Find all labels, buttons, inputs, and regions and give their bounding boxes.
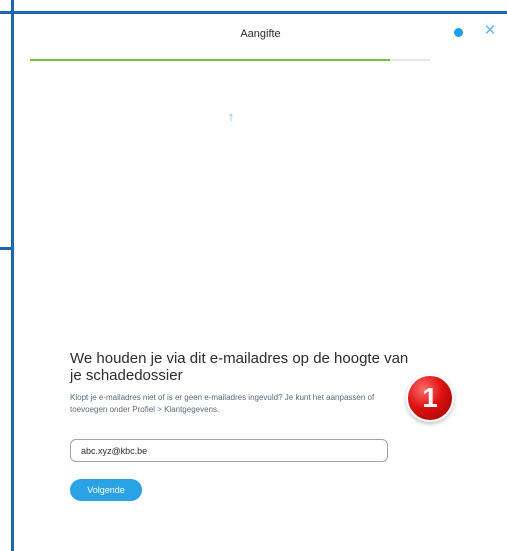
page-heading: We houden je via dit e-mailadres op de h… (70, 350, 409, 384)
progress-bar (30, 59, 430, 61)
email-field[interactable] (70, 439, 388, 462)
progress-fill (30, 59, 390, 61)
dialog-header: Aangifte (14, 14, 507, 56)
dialog-frame (11, 11, 507, 551)
close-icon[interactable]: ✕ (482, 23, 498, 39)
dialog-title: Aangifte (240, 28, 281, 40)
step-number-badge: 1 (406, 374, 454, 422)
status-dot-icon (454, 28, 463, 37)
arrow-up-icon: ↑ (227, 109, 235, 124)
help-text: Klopt je e-mailadres niet of is er geen … (70, 393, 375, 414)
next-button[interactable]: Volgende (70, 479, 142, 501)
